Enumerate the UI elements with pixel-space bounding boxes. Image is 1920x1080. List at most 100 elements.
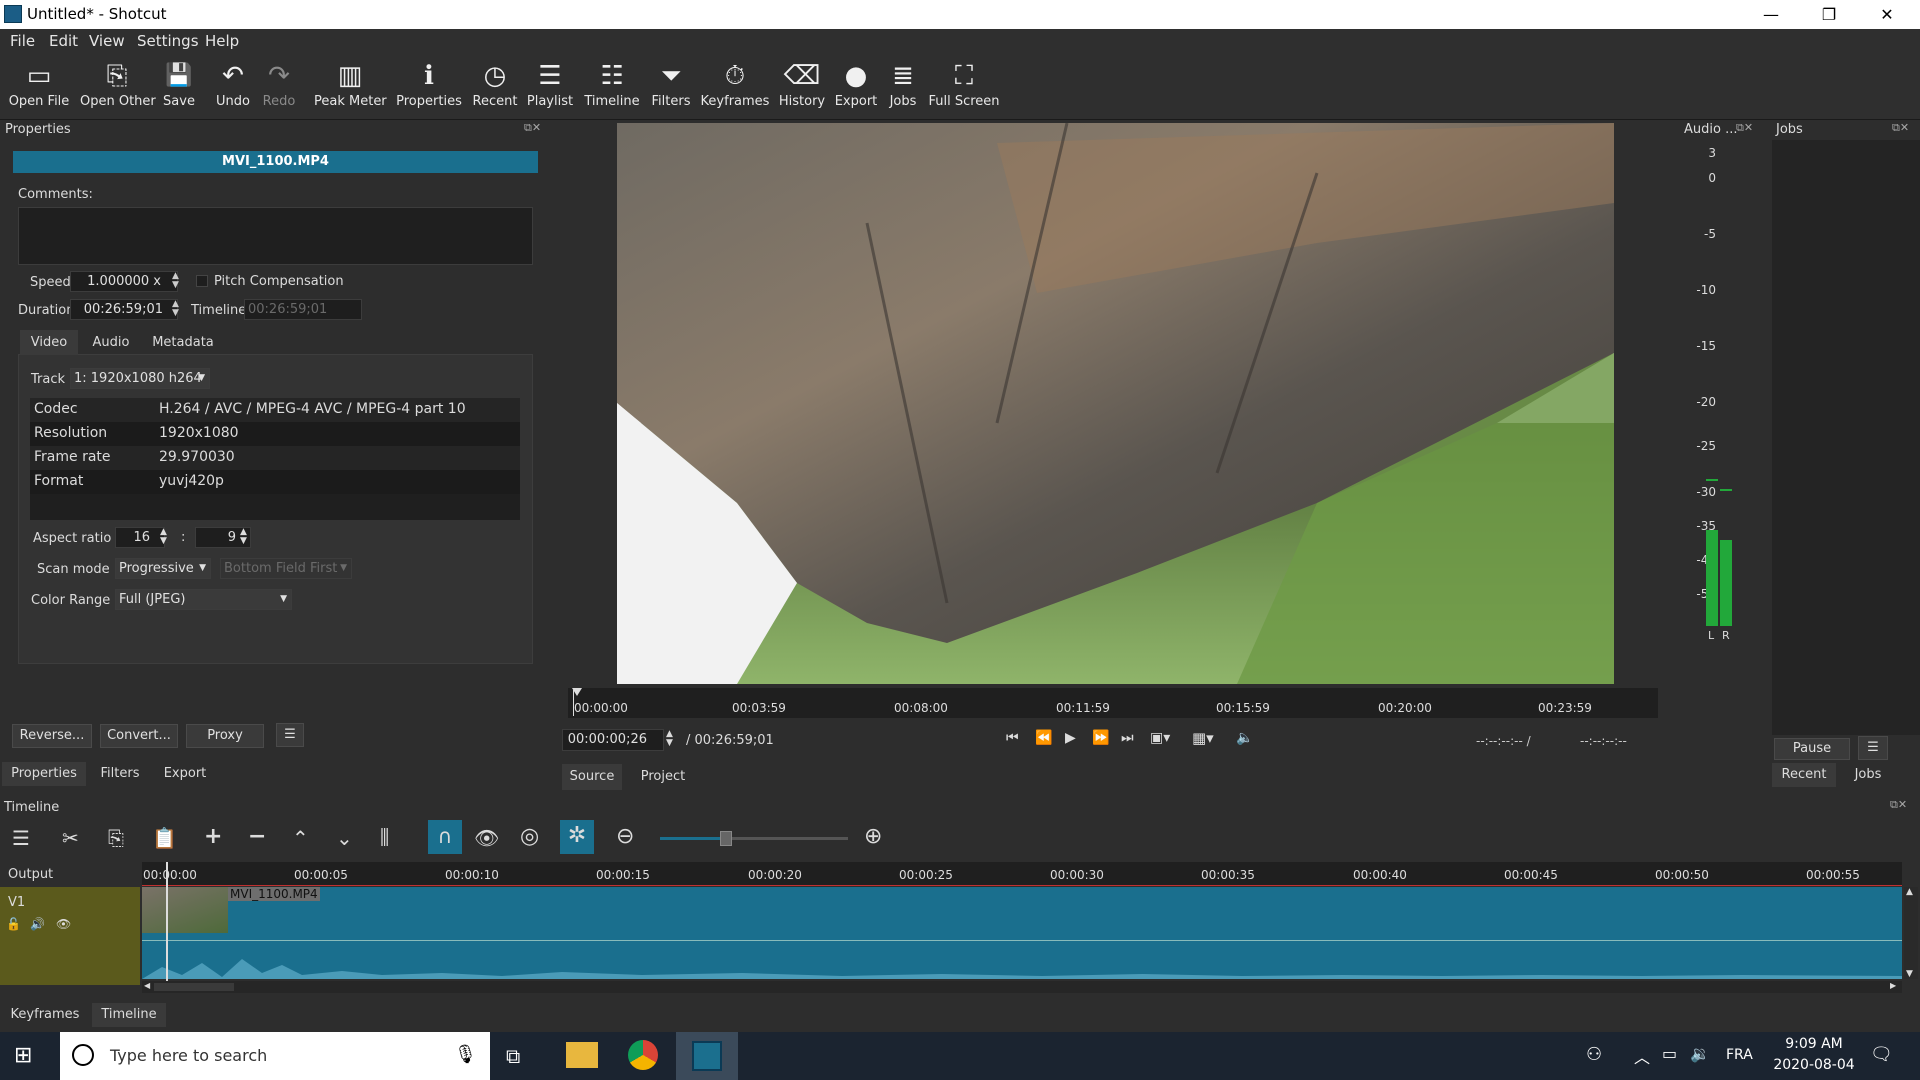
undo-button[interactable]: ↶ Undo [212, 58, 254, 118]
speed-spin-icon[interactable]: ▲ ▼ [172, 272, 179, 290]
aspect-width-spin-icon[interactable]: ▲ ▼ [160, 528, 167, 546]
timeline-clip[interactable]: MVI_1100.MP4 [142, 887, 1902, 979]
tab-video[interactable]: Video [20, 330, 78, 355]
color-range-select[interactable]: Full (JPEG) ▼ [115, 589, 292, 610]
scrollbar-thumb[interactable] [154, 983, 234, 991]
ripple-icon[interactable]: ◎ [520, 824, 539, 849]
windows-start-icon[interactable]: ⊞ [14, 1043, 32, 1068]
scrub-eye-icon[interactable]: 👁 [474, 826, 499, 850]
tab-metadata[interactable]: Metadata [144, 330, 222, 355]
video-preview[interactable] [617, 123, 1614, 684]
aspect-width-input[interactable]: 16 [115, 527, 165, 548]
snap-magnet-icon[interactable]: ∩ [428, 820, 462, 854]
input-language[interactable]: FRA [1726, 1047, 1753, 1063]
redo-button[interactable]: ↷ Redo [258, 58, 300, 118]
save-button[interactable]: 💾 Save [158, 58, 200, 118]
jobs-button[interactable]: ≣ Jobs [884, 58, 922, 118]
battery-icon[interactable]: ▭ [1662, 1044, 1677, 1063]
mute-icon[interactable]: 🔊 [30, 917, 45, 931]
panel-float-close-icon[interactable]: ⧉✕ [1892, 121, 1909, 135]
shotcut-taskbar-button[interactable] [676, 1032, 738, 1080]
fast-forward-icon[interactable]: ⏩ [1092, 730, 1109, 746]
aspect-height-spin-icon[interactable]: ▲ ▼ [240, 528, 247, 546]
skip-next-icon[interactable]: ⏭ [1121, 730, 1134, 746]
pitch-compensation-checkbox[interactable] [196, 275, 208, 287]
duration-input[interactable]: 00:26:59;01 [70, 299, 178, 320]
lock-icon[interactable]: 🔓 [6, 917, 21, 931]
open-other-button[interactable]: ⎘ Open Other [80, 58, 156, 118]
tab-timeline[interactable]: Timeline [92, 1003, 166, 1027]
tab-audio[interactable]: Audio [82, 330, 140, 355]
ripple-delete-icon[interactable]: − [248, 824, 266, 849]
scroll-up-icon[interactable]: ▲ [1906, 887, 1913, 897]
microphone-icon[interactable]: 🎙 [454, 1044, 477, 1065]
menu-edit[interactable]: Edit [49, 32, 78, 50]
chrome-icon[interactable] [628, 1040, 658, 1070]
zoom-slider[interactable] [660, 831, 848, 846]
speed-input[interactable]: 1.000000 x [70, 271, 178, 292]
menu-view[interactable]: View [89, 32, 125, 50]
recent-button[interactable]: ◷ Recent [470, 58, 520, 118]
skip-previous-icon[interactable]: ⏮ [1006, 730, 1019, 746]
split-icon[interactable]: ⫼ [380, 825, 389, 849]
rewind-icon[interactable]: ⏪ [1035, 730, 1052, 746]
menu-help[interactable]: Help [205, 32, 239, 50]
track-header-v1[interactable]: V1 🔓 🔊 👁 [0, 887, 140, 985]
ripple-all-tracks-icon[interactable]: ✲ [560, 820, 594, 854]
copy-icon[interactable]: ⎘ [108, 826, 124, 850]
cut-icon[interactable]: ✂ [62, 826, 79, 850]
scroll-down-icon[interactable]: ▼ [1906, 969, 1913, 979]
show-hidden-icons-icon[interactable]: ︿ [1634, 1044, 1650, 1068]
scroll-right-icon[interactable]: ▶ [1890, 981, 1896, 990]
panel-float-close-icon[interactable]: ⧉✕ [1890, 798, 1907, 812]
tab-properties[interactable]: Properties [2, 762, 86, 786]
tab-recent[interactable]: Recent [1772, 763, 1836, 787]
properties-menu-icon[interactable]: ☰ [276, 723, 304, 747]
track-select[interactable]: 1: 1920x1080 h264 ▼ [70, 368, 210, 389]
overwrite-icon[interactable]: ⌄ [336, 826, 353, 850]
timeline-horizontal-scrollbar[interactable]: ◀ ▶ [142, 981, 1902, 993]
zoom-fit-icon[interactable]: ▣▾ [1150, 730, 1170, 746]
timeline-menu-icon[interactable]: ☰ [12, 826, 30, 850]
speaker-icon[interactable]: 🔉 [1690, 1044, 1710, 1063]
current-time-spin-icon[interactable]: ▲ ▼ [666, 730, 673, 748]
grid-icon[interactable]: ▦▾ [1192, 729, 1214, 747]
lift-icon[interactable]: ⌃ [292, 826, 309, 850]
tab-project[interactable]: Project [628, 764, 698, 790]
full-screen-button[interactable]: ⛶ Full Screen [928, 58, 1000, 118]
tab-source[interactable]: Source [562, 764, 622, 790]
clock-time[interactable]: 9:09 AM [1778, 1036, 1850, 1052]
menu-file[interactable]: File [10, 32, 35, 50]
export-button[interactable]: ● Export [834, 58, 878, 118]
timeline-ruler[interactable]: 00:00:00 00:00:05 00:00:10 00:00:15 00:0… [142, 862, 1902, 886]
history-button[interactable]: ⌫ History [776, 58, 828, 118]
notifications-icon[interactable]: 🗨 [1870, 1044, 1893, 1065]
paste-icon[interactable]: 📋 [152, 826, 177, 850]
play-icon[interactable]: ▶ [1065, 730, 1076, 746]
duration-spin-icon[interactable]: ▲ ▼ [172, 300, 179, 318]
volume-mute-icon[interactable]: 🔈 [1236, 730, 1253, 746]
timeline-button[interactable]: ☷ Timeline [582, 58, 642, 118]
tab-jobs[interactable]: Jobs [1838, 763, 1898, 787]
timeline-vertical-scrollbar[interactable]: ▲ ▼ [1904, 887, 1918, 979]
close-button[interactable]: ✕ [1858, 0, 1916, 29]
people-icon[interactable]: ⚇ [1586, 1044, 1602, 1065]
zoom-out-icon[interactable]: ⊖ [616, 824, 634, 849]
menu-settings[interactable]: Settings [137, 32, 199, 50]
scan-mode-select[interactable]: Progressive ▼ [115, 558, 211, 579]
panel-float-close-icon[interactable]: ⧉✕ [1736, 121, 1753, 135]
scroll-left-icon[interactable]: ◀ [144, 981, 150, 990]
zoom-slider-handle[interactable] [720, 831, 732, 846]
peak-meter-button[interactable]: ▥ Peak Meter [314, 58, 387, 118]
player-ruler[interactable]: 00:00:00 00:03:59 00:08:00 00:11:59 00:1… [568, 688, 1658, 718]
clock-date[interactable]: 2020-08-04 [1770, 1057, 1858, 1073]
keyframes-button[interactable]: ⏱ Keyframes [700, 58, 770, 118]
panel-float-close-icon[interactable]: ⧉✕ [524, 121, 541, 135]
proxy-button[interactable]: Proxy [186, 724, 264, 748]
tab-export[interactable]: Export [154, 762, 216, 786]
file-explorer-icon[interactable] [566, 1042, 598, 1068]
timeline-playhead[interactable] [166, 862, 168, 982]
zoom-in-icon[interactable]: ⊕ [864, 824, 882, 849]
taskbar-search[interactable]: Type here to search 🎙 [60, 1032, 490, 1080]
tab-filters[interactable]: Filters [92, 762, 148, 786]
